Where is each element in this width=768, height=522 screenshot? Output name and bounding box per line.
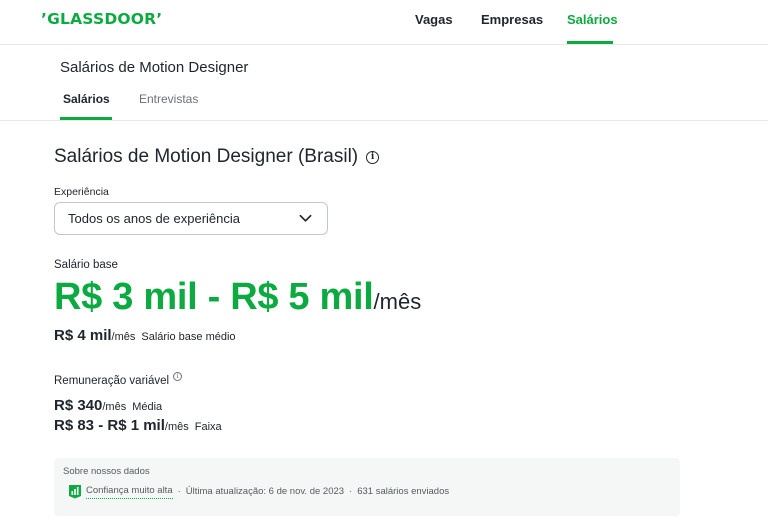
variable-pay-label-text: Remuneração variável <box>54 375 170 387</box>
data-info-title: Sobre nossos dados <box>63 466 150 477</box>
confidence-bars-icon <box>69 485 81 499</box>
nav-item-salarios[interactable]: Salários <box>567 12 618 27</box>
separator: · <box>177 486 181 497</box>
nav-item-vagas[interactable]: Vagas <box>415 12 453 27</box>
variable-pay-mean-value: R$ 340 <box>54 397 103 414</box>
separator: · <box>349 486 353 497</box>
experience-selected-value: Todos os anos de experiência <box>68 211 241 226</box>
base-salary-range: R$ 3 mil - R$ 5 mil/mês <box>54 276 421 319</box>
variable-pay-range: R$ 83 - R$ 1 mil/mês Faixa <box>54 417 222 434</box>
salary-count: 631 salários enviados <box>357 486 450 497</box>
base-salary-range-unit: /mês <box>373 289 422 314</box>
base-salary-average-unit: /mês <box>111 331 136 343</box>
page-title-text: Salários de Motion Designer (Brasil) <box>54 146 359 167</box>
nav-item-empresas[interactable]: Empresas <box>481 12 543 27</box>
chevron-down-icon <box>299 214 312 222</box>
data-info-row: Confiança muito alta · Última atualizaçã… <box>68 484 449 499</box>
top-navigation: ’GLASSDOOR’ Vagas Empresas Salários <box>0 0 768 45</box>
base-salary-label: Salário base <box>54 259 118 271</box>
variable-pay-range-unit: /mês <box>164 421 189 433</box>
info-icon[interactable]: i <box>173 372 183 381</box>
last-updated: Última atualização: 6 de nov. de 2023 <box>185 486 345 497</box>
base-salary-average-value: R$ 4 mil <box>54 327 112 344</box>
experience-select[interactable]: Todos os anos de experiência <box>54 202 328 235</box>
info-icon[interactable]: i <box>366 150 380 164</box>
experience-label: Experiência <box>54 186 109 198</box>
base-salary-range-value: R$ 3 mil - R$ 5 mil <box>54 276 374 318</box>
variable-pay-label: Remuneração variável i <box>54 372 183 387</box>
base-salary-average-desc: Salário base médio <box>141 331 236 343</box>
base-salary-average: R$ 4 mil/mês Salário base médio <box>54 327 236 344</box>
variable-pay-mean: R$ 340/mês Média <box>54 397 162 414</box>
page-title: Salários de Motion Designer (Brasil) i <box>54 146 380 168</box>
tab-entrevistas[interactable]: Entrevistas <box>139 92 198 106</box>
nav-active-indicator <box>567 41 613 44</box>
tab-salarios[interactable]: Salários <box>63 92 110 106</box>
page-subheader-title: Salários de Motion Designer <box>60 59 249 76</box>
variable-pay-mean-unit: /mês <box>102 401 127 413</box>
divider <box>0 120 768 121</box>
glassdoor-logo[interactable]: ’GLASSDOOR’ <box>41 10 162 28</box>
variable-pay-range-desc: Faixa <box>194 421 222 433</box>
variable-pay-range-value: R$ 83 - R$ 1 mil <box>54 417 165 434</box>
data-info-panel: Sobre nossos dados Confiança muito alta … <box>54 458 680 516</box>
confidence-level[interactable]: Confiança muito alta <box>86 485 173 499</box>
variable-pay-mean-desc: Média <box>132 401 163 413</box>
